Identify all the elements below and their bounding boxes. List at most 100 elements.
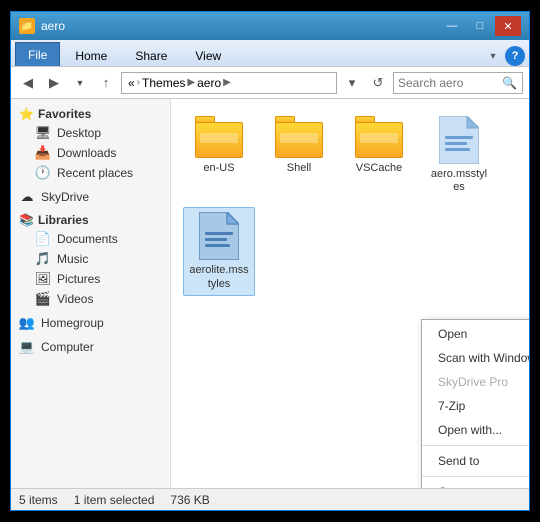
libraries-label: Libraries — [38, 213, 89, 227]
file-item-vscache[interactable]: VSCache — [343, 111, 415, 199]
documents-icon: 📄 — [35, 231, 51, 247]
close-button[interactable]: ✕ — [495, 16, 521, 36]
help-button[interactable]: ? — [505, 46, 525, 66]
ctx-open-with-label: Open with... — [438, 423, 502, 437]
libraries-icon: 📚 — [19, 213, 34, 227]
desktop-icon: 🖥 — [35, 125, 51, 141]
libraries-section: 📚 Libraries 📄 Documents 🎵 Music 🖼 Pictur… — [11, 209, 170, 311]
ctx-open-with[interactable]: Open with... — [422, 418, 529, 442]
back-button[interactable]: ◀ — [17, 72, 39, 94]
ctx-7zip-label: 7-Zip — [438, 399, 465, 413]
folder-icon-en-us — [195, 116, 243, 158]
sidebar-item-skydrive[interactable]: ☁ SkyDrive — [11, 187, 170, 207]
ctx-open[interactable]: Open — [422, 322, 529, 346]
sidebar-item-pictures[interactable]: 🖼 Pictures — [11, 269, 170, 289]
tab-home[interactable]: Home — [62, 44, 120, 66]
search-icon[interactable]: 🔍 — [502, 76, 517, 90]
sidebar-item-skydrive-label: SkyDrive — [41, 190, 89, 204]
maximize-button[interactable]: □ — [467, 16, 493, 36]
files-grid: en-US Shell — [179, 107, 521, 300]
ctx-cut[interactable]: Cut — [422, 480, 529, 488]
forward-button[interactable]: ▶ — [43, 72, 65, 94]
tab-view[interactable]: View — [182, 44, 234, 66]
ctx-cut-label: Cut — [438, 485, 457, 488]
up-button[interactable]: ↑ — [95, 72, 117, 94]
minimize-button[interactable]: — — [439, 16, 465, 36]
file-label-aerolitemsstyles: aerolite.msstyles — [188, 264, 250, 290]
tab-file[interactable]: File — [15, 42, 60, 66]
sidebar-item-computer-label: Computer — [41, 340, 94, 354]
recent-locations-button[interactable]: ▼ — [69, 72, 91, 94]
favorites-header[interactable]: ⭐ Favorites — [11, 105, 170, 123]
ctx-skydrive-pro-label: SkyDrive Pro — [438, 375, 508, 389]
title-bar: 📁 aero — □ ✕ — [11, 12, 529, 40]
sidebar-item-desktop-label: Desktop — [57, 126, 101, 140]
videos-icon: 🎬 — [35, 291, 51, 307]
window-controls: — □ ✕ — [439, 16, 521, 36]
address-path[interactable]: « › Themes ▶ aero ▶ — [121, 72, 337, 94]
path-aero: aero — [197, 76, 221, 90]
file-icon-aerolitemsstyles — [195, 212, 243, 260]
refresh-button[interactable]: ↺ — [367, 72, 389, 94]
file-item-aeromsstyles[interactable]: aero.msstyles — [423, 111, 495, 199]
ctx-send-to[interactable]: Send to ▶ — [422, 449, 529, 473]
search-input[interactable] — [398, 76, 498, 90]
tab-share[interactable]: Share — [122, 44, 180, 66]
sidebar-item-desktop[interactable]: 🖥 Desktop — [11, 123, 170, 143]
sidebar-item-documents-label: Documents — [57, 232, 118, 246]
file-item-aerolitemsstyles[interactable]: aerolite.msstyles — [183, 207, 255, 295]
libraries-header[interactable]: 📚 Libraries — [11, 211, 170, 229]
recent-icon: 🕐 — [35, 165, 51, 181]
computer-section: 💻 Computer — [11, 335, 170, 359]
sidebar: ⭐ Favorites 🖥 Desktop 📥 Downloads 🕐 Rece… — [11, 99, 171, 488]
path-themes: Themes — [142, 76, 185, 90]
pictures-icon: 🖼 — [35, 271, 51, 287]
sidebar-item-homegroup[interactable]: 👥 Homegroup — [11, 313, 170, 333]
explorer-window: 📁 aero — □ ✕ File Home Share View ▾ ? ◀ … — [10, 11, 530, 511]
music-icon: 🎵 — [35, 251, 51, 267]
sidebar-item-documents[interactable]: 📄 Documents — [11, 229, 170, 249]
folder-icon-shell — [275, 116, 323, 158]
main-area: ⭐ Favorites 🖥 Desktop 📥 Downloads 🕐 Rece… — [11, 99, 529, 488]
homegroup-section: 👥 Homegroup — [11, 311, 170, 335]
ctx-separator-1 — [422, 445, 529, 446]
ctx-7zip[interactable]: 7-Zip ▶ — [422, 394, 529, 418]
file-item-en-us[interactable]: en-US — [183, 111, 255, 199]
ribbon-expand-button[interactable]: ▾ — [483, 46, 503, 66]
sidebar-item-computer[interactable]: 💻 Computer — [11, 337, 170, 357]
sidebar-item-pictures-label: Pictures — [57, 272, 100, 286]
sidebar-item-downloads[interactable]: 📥 Downloads — [11, 143, 170, 163]
search-box[interactable]: 🔍 — [393, 72, 523, 94]
file-label-en-us: en-US — [203, 162, 234, 175]
file-size: 736 KB — [170, 493, 209, 507]
ctx-skydrive-pro[interactable]: SkyDrive Pro ▶ — [422, 370, 529, 394]
computer-icon: 💻 — [19, 339, 35, 355]
address-bar: ◀ ▶ ▼ ↑ « › Themes ▶ aero ▶ ▾ ↺ 🔍 — [11, 67, 529, 99]
sidebar-item-videos-label: Videos — [57, 292, 93, 306]
path-back: « — [128, 76, 135, 90]
ctx-open-label: Open — [438, 327, 467, 341]
dropdown-button[interactable]: ▾ — [341, 72, 363, 94]
content-area: en-US Shell — [171, 99, 529, 488]
ctx-separator-2 — [422, 476, 529, 477]
folder-icon-vscache — [355, 116, 403, 158]
file-label-shell: Shell — [287, 162, 311, 175]
window-title: aero — [41, 19, 439, 33]
file-label-vscache: VSCache — [356, 162, 402, 175]
selection-info: 1 item selected — [74, 493, 155, 507]
skydrive-icon: ☁ — [19, 189, 35, 205]
file-icon-aeromsstyles — [435, 116, 483, 164]
ctx-scan[interactable]: Scan with Windows Defender — [422, 346, 529, 370]
item-count: 5 items — [19, 493, 58, 507]
sidebar-item-homegroup-label: Homegroup — [41, 316, 104, 330]
favorites-label: Favorites — [38, 107, 91, 121]
ribbon: File Home Share View ▾ ? — [11, 40, 529, 67]
skydrive-section: ☁ SkyDrive — [11, 185, 170, 209]
file-item-shell[interactable]: Shell — [263, 111, 335, 199]
favorites-section: ⭐ Favorites 🖥 Desktop 📥 Downloads 🕐 Rece… — [11, 103, 170, 185]
sidebar-item-recent[interactable]: 🕐 Recent places — [11, 163, 170, 183]
ribbon-tab-bar: File Home Share View ▾ ? — [11, 40, 529, 66]
sidebar-item-music[interactable]: 🎵 Music — [11, 249, 170, 269]
star-icon: ⭐ — [19, 107, 34, 121]
sidebar-item-videos[interactable]: 🎬 Videos — [11, 289, 170, 309]
